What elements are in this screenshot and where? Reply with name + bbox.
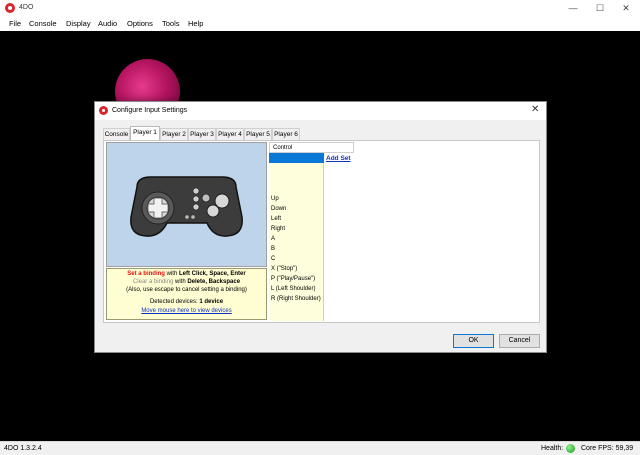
- control-row-right[interactable]: Right: [271, 226, 285, 232]
- cancel-button[interactable]: Cancel: [499, 334, 540, 348]
- controller-image-area[interactable]: [106, 142, 267, 267]
- tab-console[interactable]: Console: [103, 128, 130, 140]
- window-title: 4DO: [19, 4, 34, 11]
- control-row-a[interactable]: A: [271, 236, 275, 242]
- ok-button[interactable]: OK: [453, 334, 494, 348]
- tab-player-6[interactable]: Player 6: [272, 128, 300, 140]
- escape-note: (Also, use escape to cancel setting a bi…: [126, 287, 247, 293]
- status-bar: 4DO 1.3.2.4 Health: Core FPS: 59,39: [0, 441, 640, 455]
- close-button[interactable]: ✕: [613, 0, 639, 17]
- devices-count: 1 device: [199, 299, 224, 305]
- devices-label: Detected devices:: [149, 299, 198, 305]
- tab-player-1[interactable]: Player 1: [130, 126, 160, 140]
- menu-options[interactable]: Options: [127, 19, 153, 28]
- binding-hint-box: Set a binding with Left Click, Space, En…: [106, 268, 267, 320]
- menu-display[interactable]: Display: [66, 19, 91, 28]
- set-binding-line: Set a binding with Left Click, Space, En…: [107, 271, 266, 277]
- tab-player-4[interactable]: Player 4: [216, 128, 244, 140]
- app-logo-icon: [5, 3, 15, 13]
- view-devices-link[interactable]: Move mouse here to view devices: [107, 308, 266, 314]
- control-row-p[interactable]: P ("Play/Pause"): [271, 276, 315, 282]
- clear-binding-label: Clear a binding: [132, 279, 174, 285]
- minimize-button[interactable]: —: [560, 0, 586, 17]
- dialog-title: Configure Input Settings: [112, 107, 188, 114]
- fps-readout: Core FPS: 59,39: [581, 445, 634, 452]
- control-row-up[interactable]: Up: [271, 196, 279, 202]
- configure-input-dialog: Configure Input Settings ✕ Console Playe…: [94, 101, 547, 353]
- control-row-c[interactable]: C: [271, 256, 275, 262]
- set-binding-keys: Left Click, Space, Enter: [178, 271, 246, 277]
- health-indicator-icon: [566, 444, 575, 453]
- control-row-r[interactable]: R (Right Shoulder): [271, 296, 321, 302]
- maximize-button[interactable]: ☐: [587, 0, 613, 17]
- control-row-left[interactable]: Left: [271, 216, 281, 222]
- menu-tools[interactable]: Tools: [162, 19, 180, 28]
- health-label: Health:: [541, 445, 564, 452]
- tab-player-5[interactable]: Player 5: [244, 128, 272, 140]
- control-row-down[interactable]: Down: [271, 206, 286, 212]
- bindings-grid[interactable]: Control Add Set Up Down Left Right A B C…: [269, 142, 354, 321]
- control-row-x[interactable]: X ("Stop"): [271, 266, 297, 272]
- tab-player-2[interactable]: Player 2: [160, 128, 188, 140]
- selected-row[interactable]: [269, 153, 324, 163]
- dialog-app-icon: [99, 106, 108, 115]
- title-bar: 4DO — ☐ ✕: [0, 0, 640, 17]
- menu-audio[interactable]: Audio: [98, 19, 117, 28]
- gamepad-icon: [130, 176, 243, 237]
- version-label: 4DO 1.3.2.4: [4, 445, 42, 452]
- control-column-header[interactable]: Control: [269, 142, 354, 153]
- menu-bar: File Console Display Audio Options Tools…: [0, 17, 640, 31]
- control-row-l[interactable]: L (Left Shoulder): [271, 286, 315, 292]
- menu-file[interactable]: File: [9, 19, 21, 28]
- detected-devices-line: Detected devices: 1 device: [107, 299, 266, 305]
- clear-binding-keys: Delete, Backspace: [187, 279, 241, 285]
- add-set-button[interactable]: Add Set: [326, 155, 351, 162]
- tab-player-3[interactable]: Player 3: [188, 128, 216, 140]
- menu-console[interactable]: Console: [29, 19, 57, 28]
- menu-help[interactable]: Help: [188, 19, 203, 28]
- clear-binding-line: Clear a binding with Delete, Backspace: [107, 279, 266, 285]
- dialog-close-button[interactable]: ✕: [531, 104, 539, 115]
- player-1-panel: Set a binding with Left Click, Space, En…: [103, 140, 540, 323]
- set-with-label: with: [166, 271, 178, 277]
- dialog-title-bar: Configure Input Settings ✕: [95, 102, 546, 120]
- set-binding-label: Set a binding: [127, 271, 165, 277]
- control-row-b[interactable]: B: [271, 246, 275, 252]
- clear-with-label: with: [174, 279, 186, 285]
